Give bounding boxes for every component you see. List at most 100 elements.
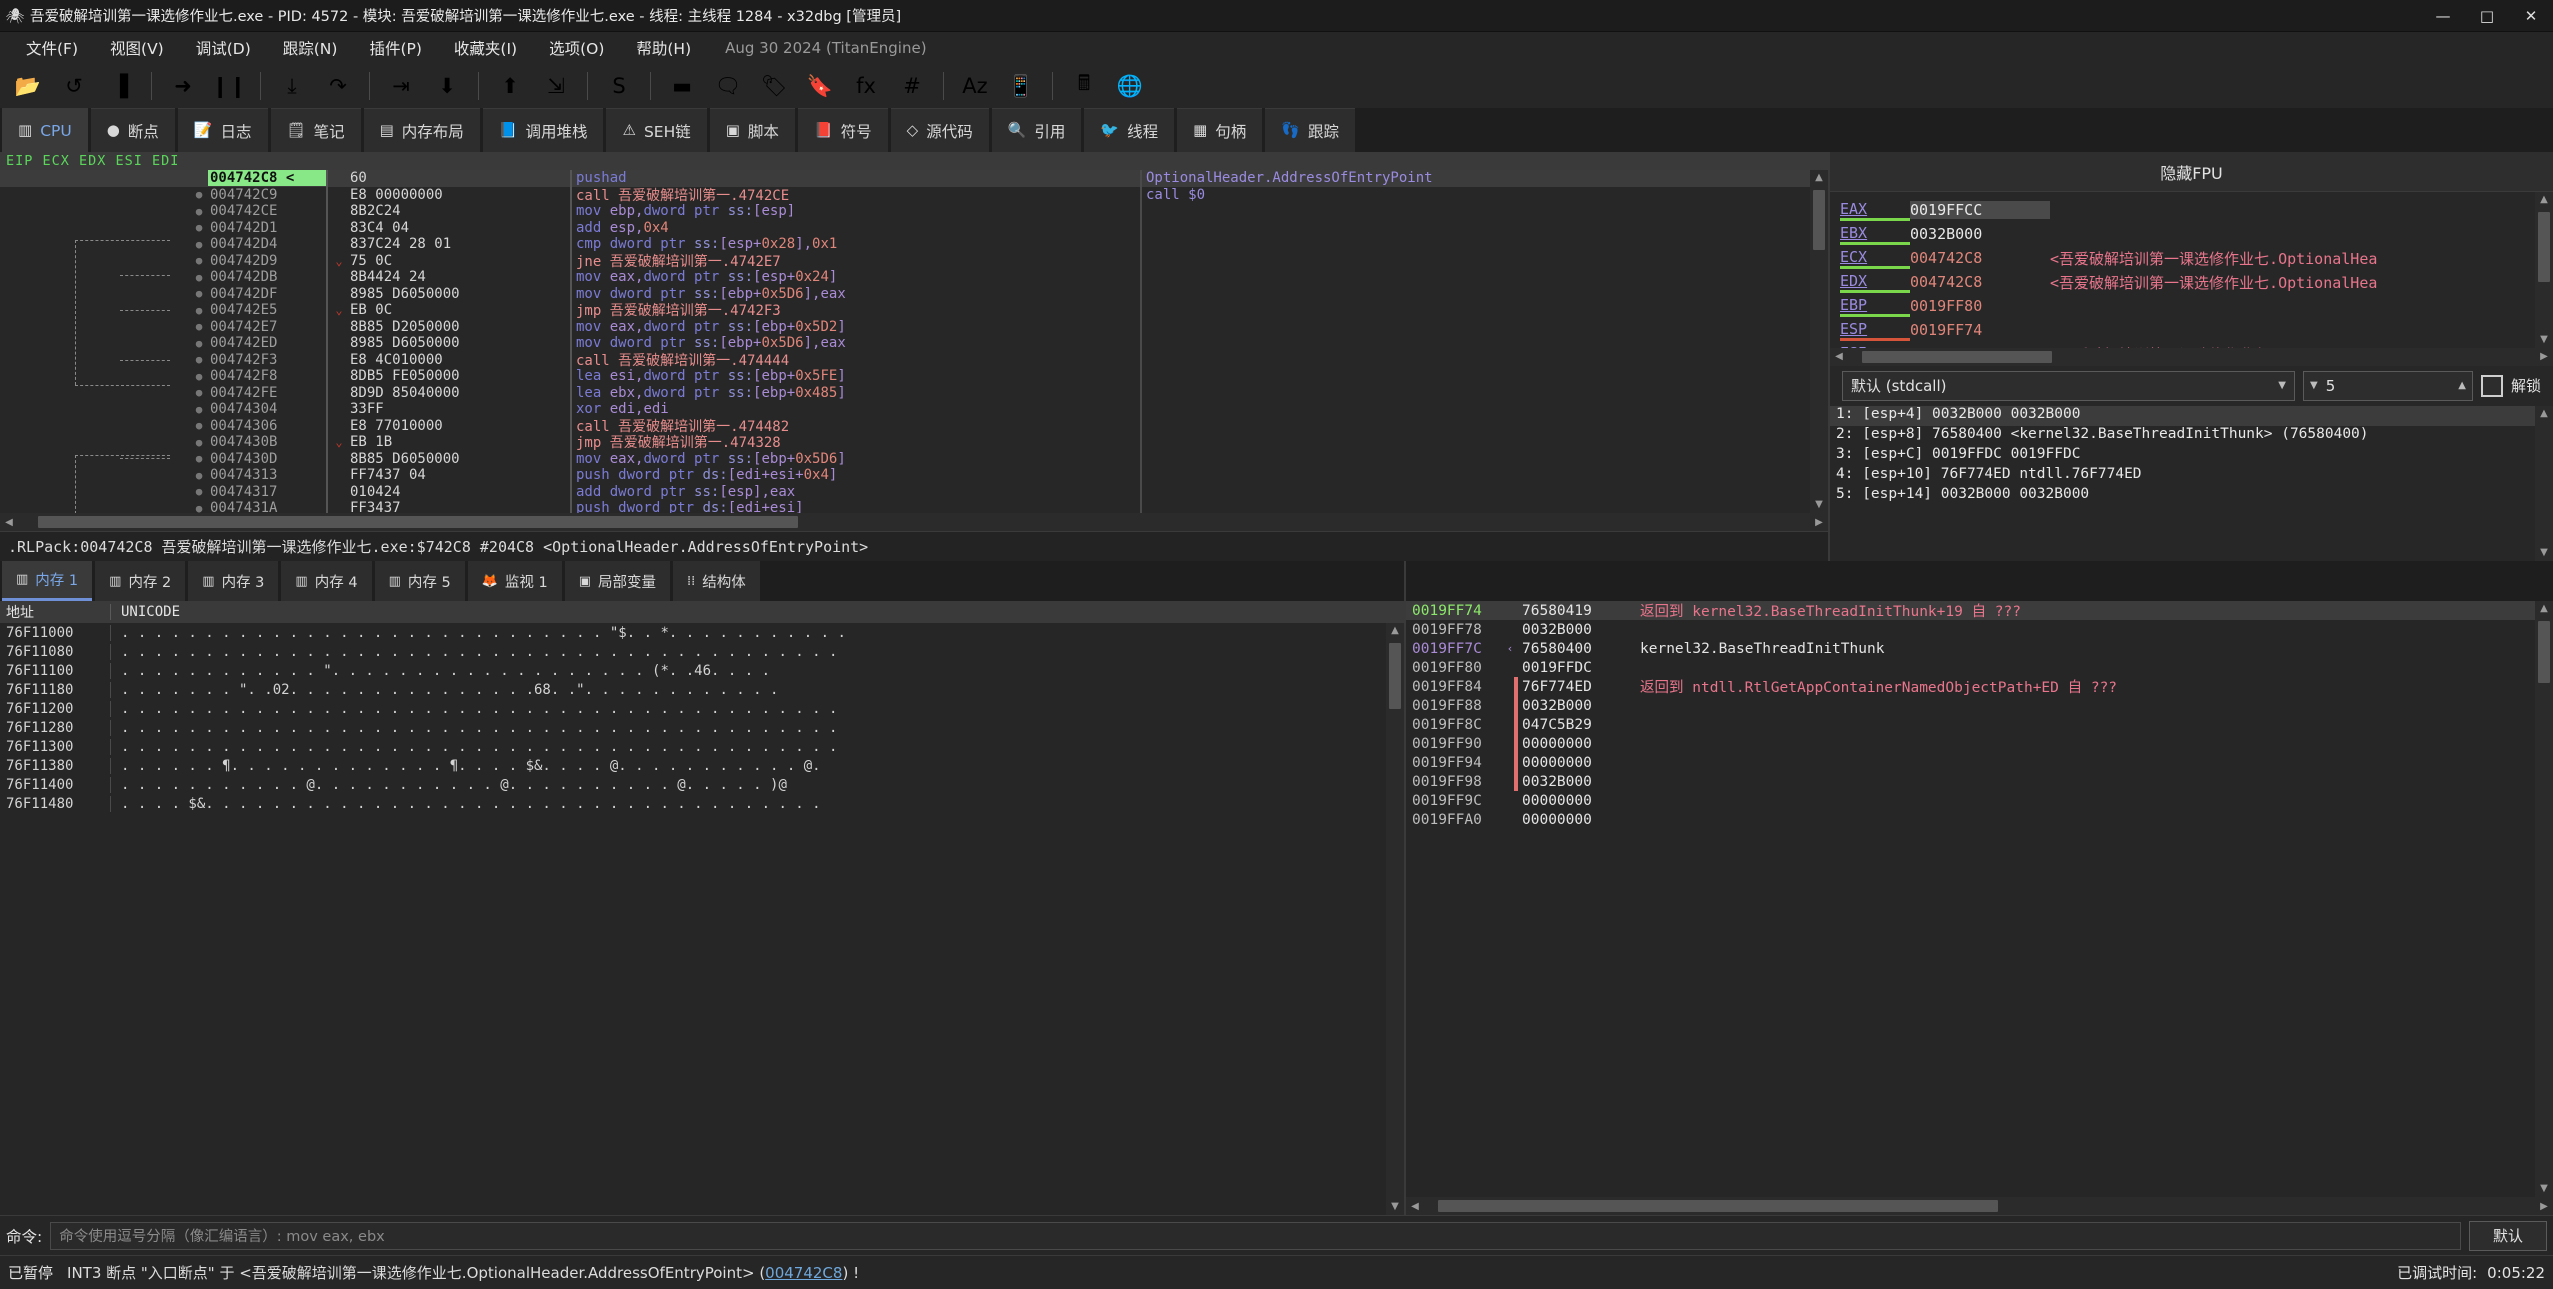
breakpoint-dot-icon[interactable]: ● [190, 304, 208, 317]
register-value[interactable]: 0019FFCC [1910, 201, 2050, 219]
bottom-tab-内存5[interactable]: ▥ 内存 5 [374, 561, 465, 601]
argument-count-spinner[interactable]: ▼ 5 ▲ [2302, 370, 2473, 401]
register-value[interactable]: 004742C8 [1910, 273, 2050, 291]
command-input[interactable]: 命令使用逗号分隔（像汇编语言）: mov eax, ebx [50, 1221, 2461, 1250]
scroll-right-icon[interactable]: ▶ [1810, 517, 1828, 528]
step-over-icon[interactable]: ↷ [316, 66, 360, 106]
disassembly-row[interactable]: ● 004742F8 8DB5 FE050000 lea esi,dword ptr … [0, 368, 1140, 385]
maximize-button[interactable]: □ [2465, 0, 2509, 32]
reg-scroll-down-icon[interactable]: ▼ [2535, 332, 2553, 348]
bottom-tab-局部变量[interactable]: ▣ 局部变量 [564, 561, 671, 601]
registers-vscrollbar[interactable]: ▲ ▼ [2535, 192, 2553, 348]
breakpoint-dot-icon[interactable]: ● [190, 287, 208, 300]
reg-hscroll-thumb[interactable] [1862, 350, 2052, 363]
close-button[interactable]: ✕ [2509, 0, 2553, 32]
stack-row[interactable]: 0019FF88 0032B000 [1406, 696, 2535, 715]
menu-help[interactable]: 帮助(H) [620, 33, 707, 63]
open-icon[interactable]: 📂 [6, 66, 50, 106]
dump-scroll-thumb[interactable] [1389, 643, 1401, 709]
stack-hscroll-left-icon[interactable]: ◀ [1406, 1201, 1424, 1212]
stack-row[interactable]: 0019FF78 0032B000 [1406, 620, 2535, 639]
breakpoint-dot-icon[interactable]: ● [190, 353, 208, 366]
unlock-checkbox[interactable] [2480, 374, 2503, 397]
disassembly-row[interactable]: 004742C8 <60 pushad [0, 170, 1140, 187]
stack-scroll-down-icon[interactable]: ▼ [2535, 1181, 2553, 1197]
run-to-line-icon[interactable]: ⬇ [425, 66, 469, 106]
minimize-button[interactable]: — [2421, 0, 2465, 32]
disassembly-row[interactable]: ● 0047430D 8B85 D6050000 mov eax,dword ptr … [0, 450, 1140, 467]
scroll-thumb[interactable] [1813, 190, 1825, 250]
menu-view[interactable]: 视图(V) [94, 33, 180, 63]
stack-row[interactable]: 0019FF80 0019FFDC [1406, 658, 2535, 677]
stack-hscrollbar[interactable]: ◀ ▶ [1406, 1197, 2553, 1215]
close-program-icon[interactable]: ▐ [98, 66, 142, 106]
dump-row[interactable]: 76F11380 . . . . . . ¶. . . . . . . . . .… [0, 756, 1386, 775]
register-row[interactable]: EBP 0019FF80 [1840, 294, 2535, 318]
stack-vscrollbar[interactable]: ▲ ▼ [2535, 601, 2553, 1197]
tab-memory-map[interactable]: ▤ 内存布局 [363, 108, 480, 152]
args-scroll-up-icon[interactable]: ▲ [2535, 406, 2553, 422]
stack-rows[interactable]: 0019FF74 76580419 返回到 kernel32.BaseThreadI… [1406, 601, 2535, 1197]
dump-rows[interactable]: 76F11000 . . . . . . . . . . . . . . . . … [0, 623, 1386, 1215]
tab-cpu[interactable]: ▥ CPU [2, 108, 88, 152]
registers-list[interactable]: EAX 0019FFCC EBX 0032B000 ECX 004742C8 <吾爱破解培训… [1830, 192, 2535, 348]
function-icon[interactable]: fx [844, 66, 888, 106]
disassembly-row[interactable]: ● 004742D4 837C24 28 01 cmp dword ptr ss:[e… [0, 236, 1140, 253]
register-value[interactable]: 0019FF74 [1910, 321, 2050, 339]
stack-row[interactable]: 0019FFA0 00000000 [1406, 810, 2535, 829]
disassembly-row[interactable]: ● 00474306 E8 77010000 call 吾爱破解培训第一.474482 [0, 417, 1140, 435]
disassembly-hscrollbar[interactable]: ◀ ▶ [0, 513, 1828, 531]
tab-breakpoint[interactable]: ● 断点 [90, 108, 175, 152]
menu-trace[interactable]: 跟踪(N) [267, 33, 354, 63]
args-scroll-down-icon[interactable]: ▼ [2535, 545, 2553, 561]
stack-row[interactable]: 0019FF7C ‹ 76580400 kernel32.BaseThreadInit… [1406, 639, 2535, 658]
scroll-down-icon[interactable]: ▼ [1810, 497, 1828, 513]
dump-row[interactable]: 76F11180 . . . . . . . ". .02. . . . . . … [0, 680, 1386, 699]
bottom-tab-内存2[interactable]: ▥ 内存 2 [95, 561, 186, 601]
dump-row[interactable]: 76F11280 . . . . . . . . . . . . . . . . … [0, 718, 1386, 737]
register-value[interactable]: 0019FF80 [1910, 297, 2050, 315]
breakpoint-dot-icon[interactable]: ● [190, 419, 208, 432]
dump-row[interactable]: 76F11100 . . . . . . . . . . . . ". . . .… [0, 661, 1386, 680]
comment-icon[interactable]: 🗨 [706, 66, 750, 106]
menu-debug[interactable]: 调试(D) [180, 33, 267, 63]
stack-row[interactable]: 0019FF84 76F774ED 返回到 ntdll.RtlGetAppConta… [1406, 677, 2535, 696]
menu-plugins[interactable]: 插件(P) [353, 33, 437, 63]
stack-row[interactable]: 0019FF98 0032B000 [1406, 772, 2535, 791]
breakpoint-dot-icon[interactable]: ● [190, 205, 208, 218]
dump-row[interactable]: 76F11000 . . . . . . . . . . . . . . . . … [0, 623, 1386, 642]
disassembly-row[interactable]: ● 004742E7 8B85 D2050000 mov eax,dword ptr … [0, 318, 1140, 335]
scroll-left-icon[interactable]: ◀ [0, 517, 18, 528]
status-address-link[interactable]: 004742C8 [765, 1264, 842, 1282]
calculator-icon[interactable]: 🖩 [1062, 66, 1106, 106]
breakpoint-dot-icon[interactable]: ● [190, 469, 208, 482]
dump-row[interactable]: 76F11200 . . . . . . . . . . . . . . . . … [0, 699, 1386, 718]
dump-row[interactable]: 76F11300 . . . . . . . . . . . . . . . . … [0, 737, 1386, 756]
chevron-down-icon[interactable]: ▼ [2278, 380, 2286, 391]
register-row[interactable]: EBX 0032B000 [1840, 222, 2535, 246]
hscroll-thumb[interactable] [38, 516, 798, 528]
register-value[interactable]: 004742C8 [1910, 249, 2050, 267]
dump-scroll-down-icon[interactable]: ▼ [1386, 1199, 1404, 1215]
argument-row[interactable]: 1: [esp+4] 0032B000 0032B000 [1830, 405, 2535, 426]
breakpoint-dot-icon[interactable]: ● [190, 271, 208, 284]
stack-row[interactable]: 0019FF9C 00000000 [1406, 791, 2535, 810]
label-icon[interactable]: 🏷 [752, 66, 796, 106]
stack-row[interactable]: 0019FF8C 047C5B29 [1406, 715, 2535, 734]
tab-symbols[interactable]: 📕 符号 [797, 108, 888, 152]
stack-hscroll-right-icon[interactable]: ▶ [2535, 1201, 2553, 1212]
argument-row[interactable]: 5: [esp+14] 0032B000 0032B000 [1830, 486, 2535, 506]
calling-convention-select[interactable]: 默认 (stdcall) ▼ [1842, 370, 2295, 401]
menu-file[interactable]: 文件(F) [10, 33, 94, 63]
tab-handles[interactable]: ▦ 句柄 [1177, 108, 1263, 152]
breakpoint-dot-icon[interactable]: ● [190, 188, 208, 201]
dump-row[interactable]: 76F11400 . . . . . . . . . . . @. . . . .… [0, 775, 1386, 794]
breakpoint-dot-icon[interactable]: ● [190, 337, 208, 350]
bottom-tab-内存4[interactable]: ▥ 内存 4 [281, 561, 372, 601]
disassembly-row[interactable]: ● 004742FE 8D9D 85040000 lea ebx,dword ptr … [0, 384, 1140, 401]
hide-fpu-button[interactable]: 隐藏FPU [1830, 152, 2553, 192]
bottom-tab-内存1[interactable]: ▥ 内存 1 [2, 561, 93, 601]
disassembly-row[interactable]: ● 0047431A FF3437 push dword ptr ds:[edi+es… [0, 500, 1140, 513]
step-out-icon[interactable]: ⬆ [488, 66, 532, 106]
reg-hscroll-right-icon[interactable]: ▶ [2535, 351, 2553, 362]
